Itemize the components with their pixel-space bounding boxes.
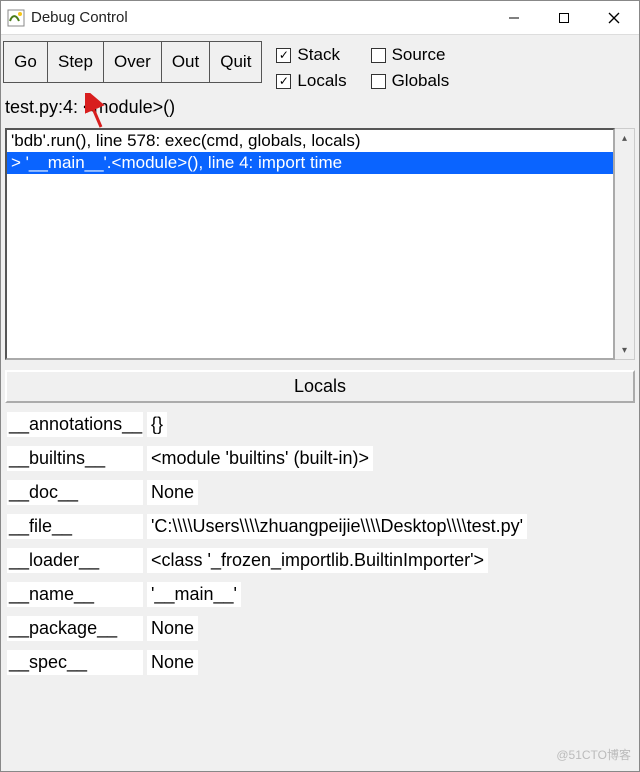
locals-value[interactable]: None <box>147 650 198 675</box>
checkbox-icon <box>371 48 386 63</box>
over-button[interactable]: Over <box>103 41 161 83</box>
stack-frame[interactable]: > '__main__'.<module>(), line 4: import … <box>7 152 613 174</box>
locals-key[interactable]: __loader__ <box>7 548 143 573</box>
locals-value[interactable]: None <box>147 480 198 505</box>
checkbox-label: Stack <box>297 45 340 65</box>
locals-row: __loader__<class '_frozen_importlib.Buil… <box>7 543 635 577</box>
locals-value[interactable]: <class '_frozen_importlib.BuiltinImporte… <box>147 548 488 573</box>
checkbox-icon <box>276 74 291 89</box>
go-button[interactable]: Go <box>3 41 47 83</box>
locals-row: __name__'__main__' <box>7 577 635 611</box>
debug-button-row: Go Step Over Out Quit <box>3 41 262 83</box>
checkbox-icon <box>276 48 291 63</box>
locals-key[interactable]: __package__ <box>7 616 143 641</box>
locals-value[interactable]: <module 'builtins' (built-in)> <box>147 446 373 471</box>
locals-row: __annotations__{} <box>7 407 635 441</box>
locals-row: __spec__None <box>7 645 635 679</box>
view-checkboxes: Stack Source Locals Globals <box>276 41 449 91</box>
locals-value[interactable]: {} <box>147 412 167 437</box>
checkbox-label: Locals <box>297 71 346 91</box>
locals-key[interactable]: __builtins__ <box>7 446 143 471</box>
call-stack-panel: 'bdb'.run(), line 578: exec(cmd, globals… <box>5 128 635 360</box>
locals-row: __builtins__<module 'builtins' (built-in… <box>7 441 635 475</box>
locals-checkbox[interactable]: Locals <box>276 71 346 91</box>
scroll-up-icon[interactable]: ▴ <box>615 129 634 147</box>
stack-scrollbar[interactable]: ▴ ▾ <box>615 128 635 360</box>
quit-button[interactable]: Quit <box>209 41 262 83</box>
locals-row: __doc__None <box>7 475 635 509</box>
locals-key[interactable]: __annotations__ <box>7 412 143 437</box>
call-stack-list[interactable]: 'bdb'.run(), line 578: exec(cmd, globals… <box>5 128 615 360</box>
locals-header[interactable]: Locals <box>5 370 635 403</box>
stack-frame[interactable]: 'bdb'.run(), line 578: exec(cmd, globals… <box>7 130 613 152</box>
locals-key[interactable]: __spec__ <box>7 650 143 675</box>
window-title: Debug Control <box>31 9 128 26</box>
titlebar: Debug Control <box>1 1 639 35</box>
watermark: @51CTO博客 <box>556 746 631 763</box>
scroll-down-icon[interactable]: ▾ <box>615 341 634 359</box>
locals-key[interactable]: __file__ <box>7 514 143 539</box>
close-button[interactable] <box>589 1 639 35</box>
out-button[interactable]: Out <box>161 41 209 83</box>
locals-row: __file__'C:\\\\Users\\\\zhuangpeijie\\\\… <box>7 509 635 543</box>
locals-value[interactable]: '__main__' <box>147 582 241 607</box>
debug-control-window: Debug Control Go Step Over Out Quit Stac… <box>0 0 640 772</box>
stack-checkbox[interactable]: Stack <box>276 45 346 65</box>
locals-table: __annotations__{}__builtins__<module 'bu… <box>5 407 635 767</box>
current-location: test.py:4: <module>() <box>1 91 639 128</box>
source-checkbox[interactable]: Source <box>371 45 450 65</box>
checkbox-icon <box>371 74 386 89</box>
globals-checkbox[interactable]: Globals <box>371 71 450 91</box>
maximize-button[interactable] <box>539 1 589 35</box>
current-location-text: test.py:4: <module>() <box>5 97 175 117</box>
step-button[interactable]: Step <box>47 41 103 83</box>
minimize-button[interactable] <box>489 1 539 35</box>
checkbox-label: Source <box>392 45 446 65</box>
app-icon <box>7 9 25 27</box>
toolbar-area: Go Step Over Out Quit Stack Source Local… <box>1 35 639 91</box>
locals-value[interactable]: None <box>147 616 198 641</box>
checkbox-label: Globals <box>392 71 450 91</box>
locals-value[interactable]: 'C:\\\\Users\\\\zhuangpeijie\\\\Desktop\… <box>147 514 527 539</box>
locals-row: __package__None <box>7 611 635 645</box>
locals-key[interactable]: __doc__ <box>7 480 143 505</box>
locals-key[interactable]: __name__ <box>7 582 143 607</box>
